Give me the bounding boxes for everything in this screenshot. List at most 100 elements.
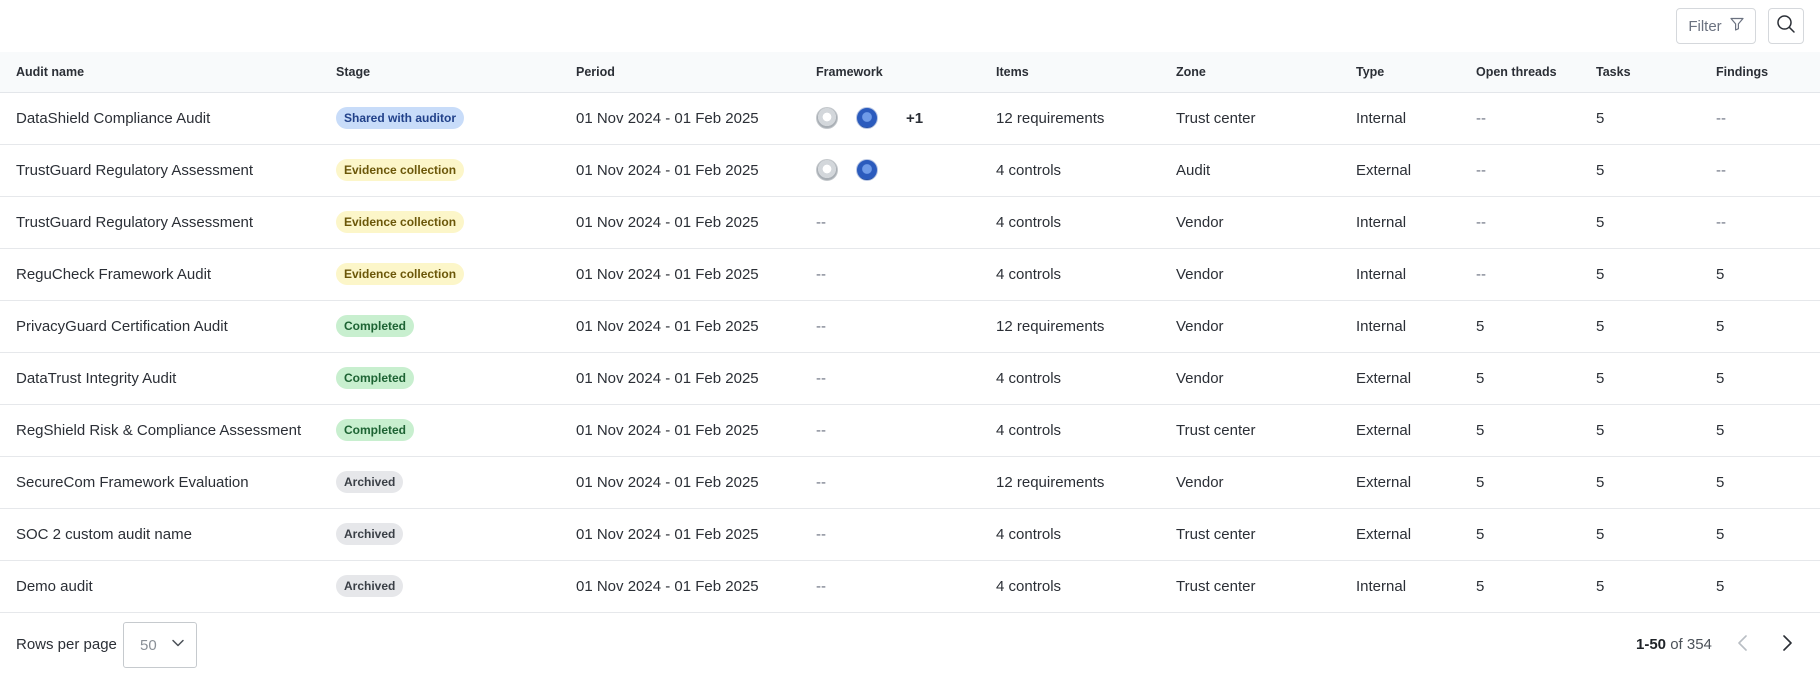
rows-per-page-label: Rows per page	[16, 636, 117, 653]
chevron-left-icon	[1735, 634, 1751, 657]
stage-cell: Archived	[320, 508, 560, 560]
table-row[interactable]: TrustGuard Regulatory Assessment Evidence…	[0, 196, 1820, 248]
table-row[interactable]: Demo audit Archived 01 Nov 2024 - 01 Feb 2…	[0, 560, 1820, 612]
audit-name-cell: PrivacyGuard Certification Audit	[16, 317, 228, 335]
column-header-framework[interactable]: Framework	[800, 52, 980, 93]
blue-globe-icon[interactable]	[856, 107, 878, 129]
table-row[interactable]: RegShield Risk & Compliance Assessment Co…	[0, 404, 1820, 456]
open-threads-cell: --	[1476, 109, 1486, 127]
framework-cell: +1	[800, 92, 980, 144]
stage-cell: Archived	[320, 456, 560, 508]
findings-cell: 5	[1716, 317, 1725, 335]
silver-seal-icon[interactable]	[816, 107, 838, 129]
period-cell: 01 Nov 2024 - 01 Feb 2025	[576, 213, 759, 231]
audit-name-cell: TrustGuard Regulatory Assessment	[16, 161, 254, 179]
zone-cell: Vendor	[1176, 317, 1224, 335]
period-cell: 01 Nov 2024 - 01 Feb 2025	[576, 525, 759, 543]
type-cell: Internal	[1356, 317, 1407, 335]
zone-cell: Vendor	[1176, 213, 1224, 231]
filter-button[interactable]: Filter	[1676, 8, 1756, 44]
period-cell: 01 Nov 2024 - 01 Feb 2025	[576, 161, 759, 179]
stage-cell: Shared with auditor	[320, 92, 560, 144]
stage-badge: Evidence collection	[336, 211, 465, 233]
type-cell: External	[1356, 473, 1412, 491]
rows-per-page-select[interactable]: 50	[123, 622, 197, 668]
tasks-cell: 5	[1596, 317, 1605, 335]
period-cell: 01 Nov 2024 - 01 Feb 2025	[576, 369, 759, 387]
stage-cell: Completed	[320, 300, 560, 352]
type-cell: Internal	[1356, 213, 1407, 231]
findings-cell: 5	[1716, 577, 1725, 595]
type-cell: Internal	[1356, 109, 1407, 127]
tasks-cell: 5	[1596, 213, 1605, 231]
previous-page-button[interactable]	[1730, 632, 1756, 658]
blue-globe-icon[interactable]	[856, 159, 878, 181]
column-header-period[interactable]: Period	[560, 52, 800, 93]
type-cell: Internal	[1356, 577, 1407, 595]
column-header-open-threads[interactable]: Open threads	[1460, 52, 1580, 93]
stage-badge: Archived	[336, 471, 404, 493]
search-button[interactable]	[1768, 8, 1804, 44]
column-header-audit-name[interactable]: Audit name	[0, 52, 320, 93]
open-threads-cell: 5	[1476, 317, 1485, 335]
column-header-zone[interactable]: Zone	[1160, 52, 1340, 93]
framework-cell: --	[816, 421, 826, 439]
framework-cell: --	[816, 525, 826, 543]
table-footer: Rows per page 50 1-50 of 354	[0, 622, 1820, 668]
table-body: DataShield Compliance Audit Shared with a…	[0, 92, 1820, 612]
audit-name-cell: SOC 2 custom audit name	[16, 525, 192, 543]
framework-cell: --	[816, 317, 826, 335]
audit-name-cell: DataShield Compliance Audit	[16, 109, 211, 127]
table-row[interactable]: ReguCheck Framework Audit Evidence collec…	[0, 248, 1820, 300]
audit-name-cell: ReguCheck Framework Audit	[16, 265, 212, 283]
column-header-stage[interactable]: Stage	[320, 52, 560, 93]
items-cell: 12 requirements	[996, 317, 1105, 335]
type-cell: External	[1356, 525, 1412, 543]
zone-cell: Vendor	[1176, 473, 1224, 491]
open-threads-cell: 5	[1476, 369, 1485, 387]
period-cell: 01 Nov 2024 - 01 Feb 2025	[576, 109, 759, 127]
stage-badge: Archived	[336, 575, 404, 597]
findings-cell: --	[1716, 213, 1726, 231]
period-cell: 01 Nov 2024 - 01 Feb 2025	[576, 473, 759, 491]
zone-cell: Trust center	[1176, 525, 1256, 543]
tasks-cell: 5	[1596, 109, 1605, 127]
open-threads-cell: 5	[1476, 473, 1485, 491]
findings-cell: --	[1716, 161, 1726, 179]
open-threads-cell: --	[1476, 213, 1486, 231]
framework-more-count[interactable]: +1	[906, 110, 923, 127]
table-row[interactable]: SecureCom Framework Evaluation Archived 01…	[0, 456, 1820, 508]
column-header-items[interactable]: Items	[980, 52, 1160, 93]
framework-icons: +1	[816, 107, 980, 129]
audit-name-cell: SecureCom Framework Evaluation	[16, 473, 249, 491]
period-cell: 01 Nov 2024 - 01 Feb 2025	[576, 265, 759, 283]
column-header-type[interactable]: Type	[1340, 52, 1460, 93]
table-row[interactable]: SOC 2 custom audit name Archived 01 Nov 20…	[0, 508, 1820, 560]
stage-badge: Archived	[336, 523, 404, 545]
framework-cell: --	[816, 213, 826, 231]
table-header-row: Audit name Stage Period Framework Items …	[0, 52, 1820, 93]
tasks-cell: 5	[1596, 369, 1605, 387]
column-header-findings[interactable]: Findings	[1700, 52, 1820, 93]
table-row[interactable]: TrustGuard Regulatory Assessment Evidence…	[0, 144, 1820, 196]
table-row[interactable]: DataTrust Integrity Audit Completed 01 Nov…	[0, 352, 1820, 404]
stage-badge: Completed	[336, 419, 415, 441]
table-toolbar: Filter	[0, 0, 1820, 52]
findings-cell: --	[1716, 109, 1726, 127]
rows-per-page-value: 50	[140, 636, 157, 654]
pagination-range: 1-50 of 354	[1636, 636, 1712, 653]
chevron-right-icon	[1779, 634, 1795, 657]
table-row[interactable]: PrivacyGuard Certification Audit Complete…	[0, 300, 1820, 352]
column-header-tasks[interactable]: Tasks	[1580, 52, 1700, 93]
silver-seal-icon[interactable]	[816, 159, 838, 181]
table-row[interactable]: DataShield Compliance Audit Shared with a…	[0, 92, 1820, 144]
findings-cell: 5	[1716, 473, 1725, 491]
filter-button-label: Filter	[1688, 17, 1722, 35]
tasks-cell: 5	[1596, 473, 1605, 491]
next-page-button[interactable]	[1774, 632, 1800, 658]
framework-icons	[816, 159, 980, 181]
stage-cell: Archived	[320, 560, 560, 612]
framework-cell: --	[816, 369, 826, 387]
findings-cell: 5	[1716, 525, 1725, 543]
open-threads-cell: 5	[1476, 421, 1485, 439]
